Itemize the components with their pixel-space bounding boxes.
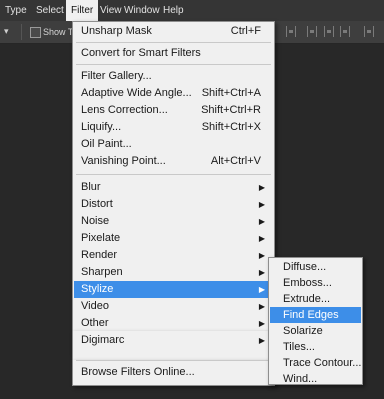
menu-item-lens-correction[interactable]: Lens Correction... Shift+Ctrl+R	[74, 102, 273, 119]
menu-item-oil-paint[interactable]: Oil Paint...	[74, 136, 273, 153]
menu-item-label: Pixelate	[81, 232, 121, 244]
menu-item-label: Blur	[81, 181, 101, 193]
menu-item-label: Stylize	[81, 283, 114, 295]
submenu-item-solarize[interactable]: Solarize	[270, 323, 361, 339]
filter-menu: Unsharp Mask Ctrl+F Convert for Smart Fi…	[72, 21, 275, 353]
menu-item-label: Adaptive Wide Angle...	[81, 87, 192, 99]
submenu-item-extrude[interactable]: Extrude...	[270, 291, 361, 307]
menu-item-browse-filters-online[interactable]: Browse Filters Online...	[74, 364, 273, 381]
menu-bar: Type Select Filter View Window Help	[0, 0, 384, 22]
submenu-arrow-icon: ▶	[258, 217, 265, 226]
menu-item-label: Distort	[81, 198, 113, 210]
menu-item-video[interactable]: Video ▶	[74, 298, 273, 315]
menu-item-label: Lens Correction...	[81, 104, 168, 116]
submenu-arrow-icon: ▶	[258, 336, 265, 345]
menu-item-noise[interactable]: Noise ▶	[74, 213, 273, 230]
shortcut-label: Ctrl+F	[230, 25, 261, 37]
menu-item-convert-smart-filters[interactable]: Convert for Smart Filters	[74, 45, 273, 62]
menu-divider	[76, 42, 271, 43]
menu-item-label: Filter Gallery...	[81, 70, 152, 82]
menu-item-label: Unsharp Mask	[81, 25, 152, 37]
menu-item-digimarc[interactable]: Digimarc ▶	[74, 332, 273, 349]
menu-item-adaptive-wide-angle[interactable]: Adaptive Wide Angle... Shift+Ctrl+A	[74, 85, 273, 102]
show-transform-checkbox[interactable]	[30, 27, 41, 38]
menu-select[interactable]: Select	[31, 0, 69, 21]
menu-item-label: Noise	[81, 215, 110, 227]
submenu-arrow-icon: ▶	[258, 285, 265, 294]
menu-item-label: Wind...	[283, 373, 318, 385]
menu-item-label: Convert for Smart Filters	[81, 47, 201, 59]
menu-item-sharpen[interactable]: Sharpen ▶	[74, 264, 273, 281]
menu-item-distort[interactable]: Distort ▶	[74, 196, 273, 213]
menu-item-label: Trace Contour...	[283, 357, 362, 369]
menu-item-label: Render	[81, 249, 118, 261]
menu-item-label: Tiles...	[283, 341, 315, 353]
submenu-arrow-icon: ▶	[258, 251, 265, 260]
filter-menu-bottom: Browse Filters Online...	[72, 360, 275, 386]
submenu-item-wind[interactable]: Wind...	[270, 371, 361, 387]
submenu-arrow-icon: ▶	[258, 234, 265, 243]
shortcut-label: Shift+Ctrl+A	[201, 87, 261, 99]
submenu-arrow-icon: ▶	[258, 268, 265, 277]
menu-item-pixelate[interactable]: Pixelate ▶	[74, 230, 273, 247]
filter-menu-lower: Digimarc ▶	[72, 331, 275, 361]
submenu-arrow-icon: ▶	[258, 319, 265, 328]
menu-item-label: Emboss...	[283, 277, 332, 289]
menu-item-label: Other	[81, 317, 109, 329]
menu-item-label: Solarize	[283, 325, 323, 337]
submenu-item-find-edges[interactable]: Find Edges	[270, 307, 361, 323]
menu-item-label: Diffuse...	[283, 261, 327, 273]
menu-item-vanishing-point[interactable]: Vanishing Point... Alt+Ctrl+V	[74, 153, 273, 170]
menu-item-label: Video	[81, 300, 109, 312]
menu-divider	[76, 64, 271, 65]
shortcut-label: Alt+Ctrl+V	[210, 155, 261, 167]
menu-item-label: Browse Filters Online...	[81, 366, 195, 378]
shortcut-label: Shift+Ctrl+R	[201, 104, 261, 116]
menu-filter[interactable]: Filter	[66, 0, 99, 21]
menu-item-render[interactable]: Render ▶	[74, 247, 273, 264]
menu-item-label: Oil Paint...	[81, 138, 132, 150]
submenu-item-trace-contour[interactable]: Trace Contour...	[270, 355, 361, 371]
submenu-arrow-icon: ▶	[258, 183, 265, 192]
submenu-item-diffuse[interactable]: Diffuse...	[270, 259, 361, 275]
menu-item-filter-gallery[interactable]: Filter Gallery...	[74, 68, 273, 85]
menu-item-other[interactable]: Other ▶	[74, 315, 273, 332]
submenu-item-tiles[interactable]: Tiles...	[270, 339, 361, 355]
distribute-icon[interactable]	[340, 26, 350, 37]
distribute-icon[interactable]	[307, 26, 317, 37]
chevron-down-icon[interactable]: ▾	[4, 26, 9, 37]
menu-divider	[76, 174, 271, 175]
align-icon[interactable]	[286, 26, 296, 37]
submenu-arrow-icon: ▶	[258, 200, 265, 209]
menu-item-blur[interactable]: Blur ▶	[74, 179, 273, 196]
distribute-icon[interactable]	[324, 26, 334, 37]
divider	[21, 24, 22, 40]
menu-item-unsharp-mask[interactable]: Unsharp Mask Ctrl+F	[74, 23, 273, 40]
menu-item-label: Vanishing Point...	[81, 155, 166, 167]
menu-item-liquify[interactable]: Liquify... Shift+Ctrl+X	[74, 119, 273, 136]
stylize-submenu: Diffuse... Emboss... Extrude... Find Edg…	[268, 257, 363, 385]
menu-item-label: Digimarc	[81, 334, 125, 346]
menu-item-label: Sharpen	[81, 266, 123, 278]
submenu-arrow-icon: ▶	[258, 302, 265, 311]
menu-item-label: Find Edges	[283, 309, 339, 321]
menu-type[interactable]: Type	[0, 0, 32, 21]
submenu-item-emboss[interactable]: Emboss...	[270, 275, 361, 291]
menu-item-stylize[interactable]: Stylize ▶	[74, 281, 273, 298]
shortcut-label: Shift+Ctrl+X	[201, 121, 261, 133]
menu-divider	[76, 360, 271, 361]
auto-align-icon[interactable]	[364, 26, 374, 37]
menu-item-label: Liquify...	[81, 121, 122, 133]
menu-help[interactable]: Help	[158, 0, 189, 21]
menu-item-label: Extrude...	[283, 293, 331, 305]
